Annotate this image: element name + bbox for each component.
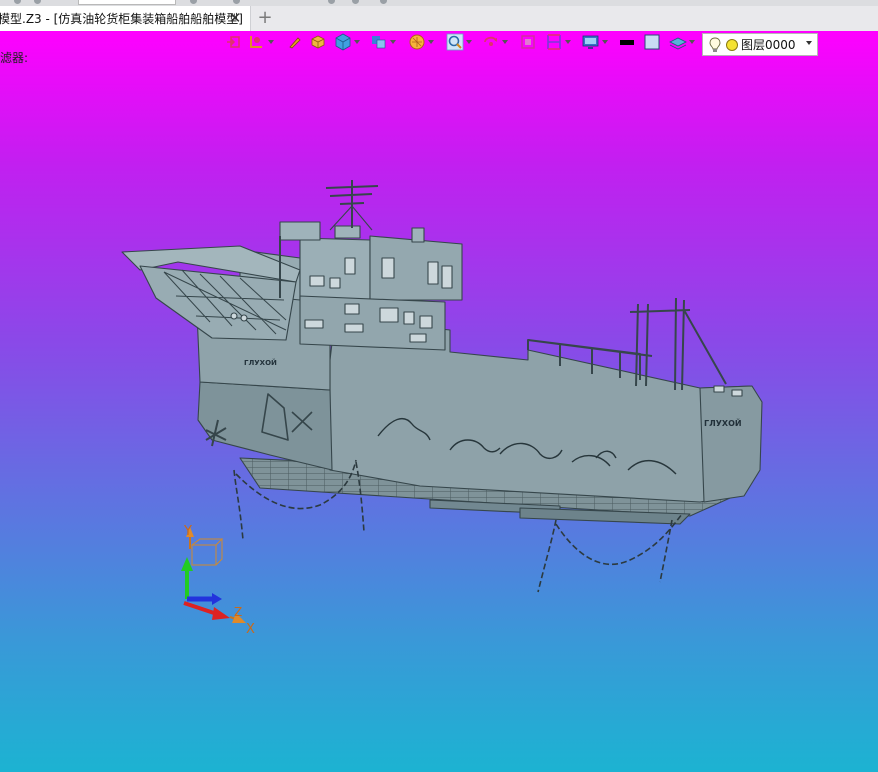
quick-access-dot[interactable]: [380, 0, 387, 4]
snap-icon[interactable]: [248, 33, 274, 51]
ship-model[interactable]: ГЛУХОЙ ГЛУХОЙ: [0, 31, 878, 772]
lightbulb-icon[interactable]: [708, 37, 722, 53]
display-icon[interactable]: [582, 33, 608, 51]
zoom-icon[interactable]: [446, 33, 472, 51]
display-dropdown-chevron-icon[interactable]: [602, 40, 608, 44]
view-cube-icon[interactable]: [334, 33, 360, 51]
layer-manager-icon[interactable]: [669, 33, 695, 51]
multi-view-dropdown-chevron-icon[interactable]: [390, 40, 396, 44]
new-tab-icon[interactable]: +: [256, 8, 274, 28]
axis-label-z: Z: [234, 605, 242, 619]
axis-label-x: X: [246, 622, 255, 637]
tab-close-icon[interactable]: ✕: [227, 10, 243, 26]
layer-name: 图层0000: [741, 38, 796, 52]
zoom-dropdown-chevron-icon[interactable]: [466, 40, 472, 44]
cad-application: 模型.Z3 - [仿真油轮货柜集装箱船舶船舶模型] ✕ + 滤器: ГЛУХОЙ…: [0, 0, 878, 772]
line-color-icon[interactable]: [619, 33, 635, 51]
quick-access-dot[interactable]: [233, 0, 240, 4]
axis-triad: Y Z X: [181, 524, 255, 637]
render-mode-icon[interactable]: [408, 33, 434, 51]
hull-name-stern: ГЛУХОЙ: [244, 358, 277, 367]
fit-view-icon[interactable]: [520, 33, 536, 51]
document-tab-bar: 模型.Z3 - [仿真油轮货柜集装箱船舶船舶模型] ✕ +: [0, 6, 878, 32]
quick-access-dot[interactable]: [352, 0, 359, 4]
rotate-dropdown-chevron-icon[interactable]: [502, 40, 508, 44]
pen-icon[interactable]: [288, 33, 302, 51]
multi-view-icon[interactable]: [370, 33, 396, 51]
ship-geometry: [121, 180, 763, 525]
sketch-exit-icon[interactable]: [226, 33, 240, 51]
layer-manager-dropdown-chevron-icon[interactable]: [689, 40, 695, 44]
snap-dropdown-chevron-icon[interactable]: [268, 40, 274, 44]
solid-box-icon[interactable]: [310, 33, 326, 51]
fill-color-icon[interactable]: [644, 33, 660, 51]
document-tab-title: 模型.Z3 - [仿真油轮货柜集装箱船舶船舶模型]: [0, 12, 243, 26]
window-control-dot[interactable]: [14, 0, 21, 4]
layer-select[interactable]: 图层0000: [702, 33, 818, 56]
quick-access-dot[interactable]: [190, 0, 197, 4]
hull-name-bow: ГЛУХОЙ: [704, 417, 742, 428]
3d-viewport[interactable]: 滤器: ГЛУХОЙ ГЛУХОЙ Y Z X: [0, 31, 878, 772]
axis-label-y: Y: [183, 524, 192, 539]
layer-dropdown-chevron-icon[interactable]: [806, 41, 812, 45]
view-cube-dropdown-chevron-icon[interactable]: [354, 40, 360, 44]
quick-search-field[interactable]: [78, 0, 176, 5]
rotate-icon[interactable]: [482, 33, 508, 51]
window-control-dot[interactable]: [34, 0, 41, 4]
render-mode-dropdown-chevron-icon[interactable]: [428, 40, 434, 44]
document-tab[interactable]: 模型.Z3 - [仿真油轮货柜集装箱船舶船舶模型] ✕: [0, 6, 251, 31]
layer-color-dot-icon[interactable]: [725, 38, 739, 52]
section-view-dropdown-chevron-icon[interactable]: [565, 40, 571, 44]
quick-access-dot[interactable]: [328, 0, 335, 4]
section-view-icon[interactable]: [545, 33, 571, 51]
